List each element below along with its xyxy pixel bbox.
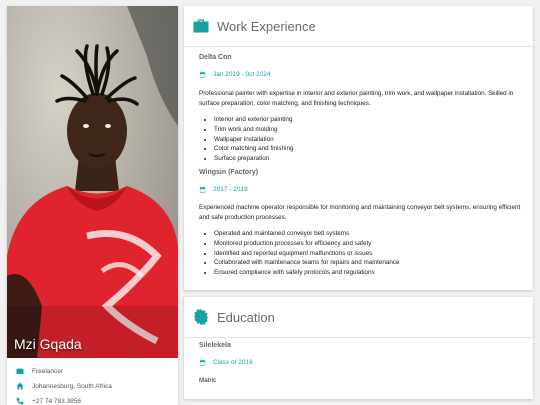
job-skills-list: Operated and maintained conveyor belt sy… bbox=[199, 229, 524, 278]
divider bbox=[184, 337, 533, 338]
phone-icon bbox=[15, 397, 24, 405]
info-phone-text: +27 74 783 3856 bbox=[32, 397, 81, 405]
list-item: Ensured compliance with safety protocols… bbox=[214, 268, 524, 278]
info-job-text: Freelancer bbox=[32, 367, 64, 375]
job-date: 2017 - 2018 bbox=[199, 185, 524, 194]
job-company: Wingsin (Factory) bbox=[199, 169, 259, 176]
calendar-icon bbox=[199, 358, 207, 367]
briefcase-icon bbox=[15, 367, 24, 376]
work-experience-card: Work Experience Delta Con Jan 2019 - 0ct… bbox=[184, 6, 533, 290]
briefcase-icon bbox=[193, 18, 209, 34]
divider bbox=[184, 46, 533, 47]
list-item: Collaborated with maintenance teams for … bbox=[214, 258, 524, 268]
calendar-icon bbox=[199, 185, 207, 194]
job-date: Jan 2019 - 0ct 2024 bbox=[199, 70, 524, 79]
list-item: Color matching and finishing bbox=[214, 144, 524, 154]
job-date-text: Jan 2019 - 0ct 2024 bbox=[213, 71, 271, 78]
work-experience-title: Work Experience bbox=[217, 18, 316, 34]
job-date-text: 2017 - 2018 bbox=[213, 186, 248, 193]
calendar-icon bbox=[199, 70, 207, 79]
profile-photo-art bbox=[7, 6, 178, 358]
education-title: Education bbox=[217, 309, 275, 325]
profile-card: Mzi Gqada Freelancer Johannesburg, South… bbox=[7, 6, 178, 405]
list-item: Monitored production processes for effic… bbox=[214, 239, 524, 249]
job-description: Professional painter with expertise in i… bbox=[199, 90, 514, 107]
certificate-icon bbox=[193, 309, 209, 325]
profile-name: Mzi Gqada bbox=[14, 336, 82, 352]
info-phone: +27 74 783 3856 bbox=[15, 394, 81, 405]
home-icon bbox=[15, 382, 24, 391]
work-experience-header: Work Experience bbox=[184, 6, 533, 46]
education-date-text: Class of 2016 bbox=[213, 359, 253, 366]
job-entry: Delta Con Jan 2019 - 0ct 2024 Profession… bbox=[199, 54, 524, 164]
list-item: Wallpaper installation bbox=[214, 135, 524, 145]
profile-photo: Mzi Gqada bbox=[7, 6, 178, 358]
job-company: Delta Con bbox=[199, 54, 232, 61]
list-item: Surface preparation bbox=[214, 154, 524, 164]
job-entry: Wingsin (Factory) 2017 - 2018 Experience… bbox=[199, 169, 524, 278]
job-skills-list: Interior and exterior painting Trim work… bbox=[199, 115, 524, 164]
info-job: Freelancer bbox=[15, 364, 63, 378]
education-card: Education Silelekela Class of 2016 Matri… bbox=[184, 297, 533, 399]
qualification: Matric bbox=[199, 377, 217, 384]
list-item: Trim work and molding bbox=[214, 125, 524, 135]
job-description: Experienced machine operator responsible… bbox=[199, 204, 521, 221]
education-date: Class of 2016 bbox=[199, 358, 524, 367]
info-location: Johannesburg, South Africa bbox=[15, 379, 112, 393]
education-header: Education bbox=[184, 297, 533, 337]
list-item: Operated and maintained conveyor belt sy… bbox=[214, 229, 524, 239]
school-name: Silelekela bbox=[199, 342, 231, 349]
info-location-text: Johannesburg, South Africa bbox=[32, 382, 112, 390]
list-item: Interior and exterior painting bbox=[214, 115, 524, 125]
list-item: Identified and reported equipment malfun… bbox=[214, 249, 524, 259]
education-entry: Silelekela Class of 2016 Matric bbox=[199, 342, 524, 386]
